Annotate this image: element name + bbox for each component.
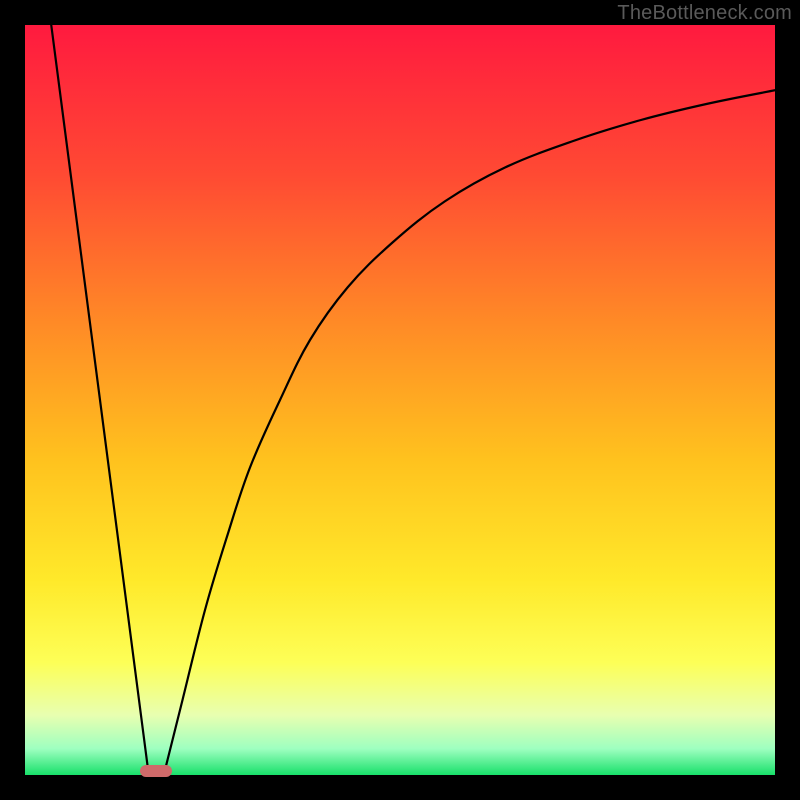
bottleneck-marker xyxy=(140,765,172,777)
watermark-text: TheBottleneck.com xyxy=(617,2,792,25)
curve-right-branch xyxy=(164,90,775,775)
curve-left-branch xyxy=(51,25,149,775)
curve-layer xyxy=(25,25,775,775)
chart-frame: TheBottleneck.com xyxy=(0,0,800,800)
plot-area xyxy=(25,25,775,775)
